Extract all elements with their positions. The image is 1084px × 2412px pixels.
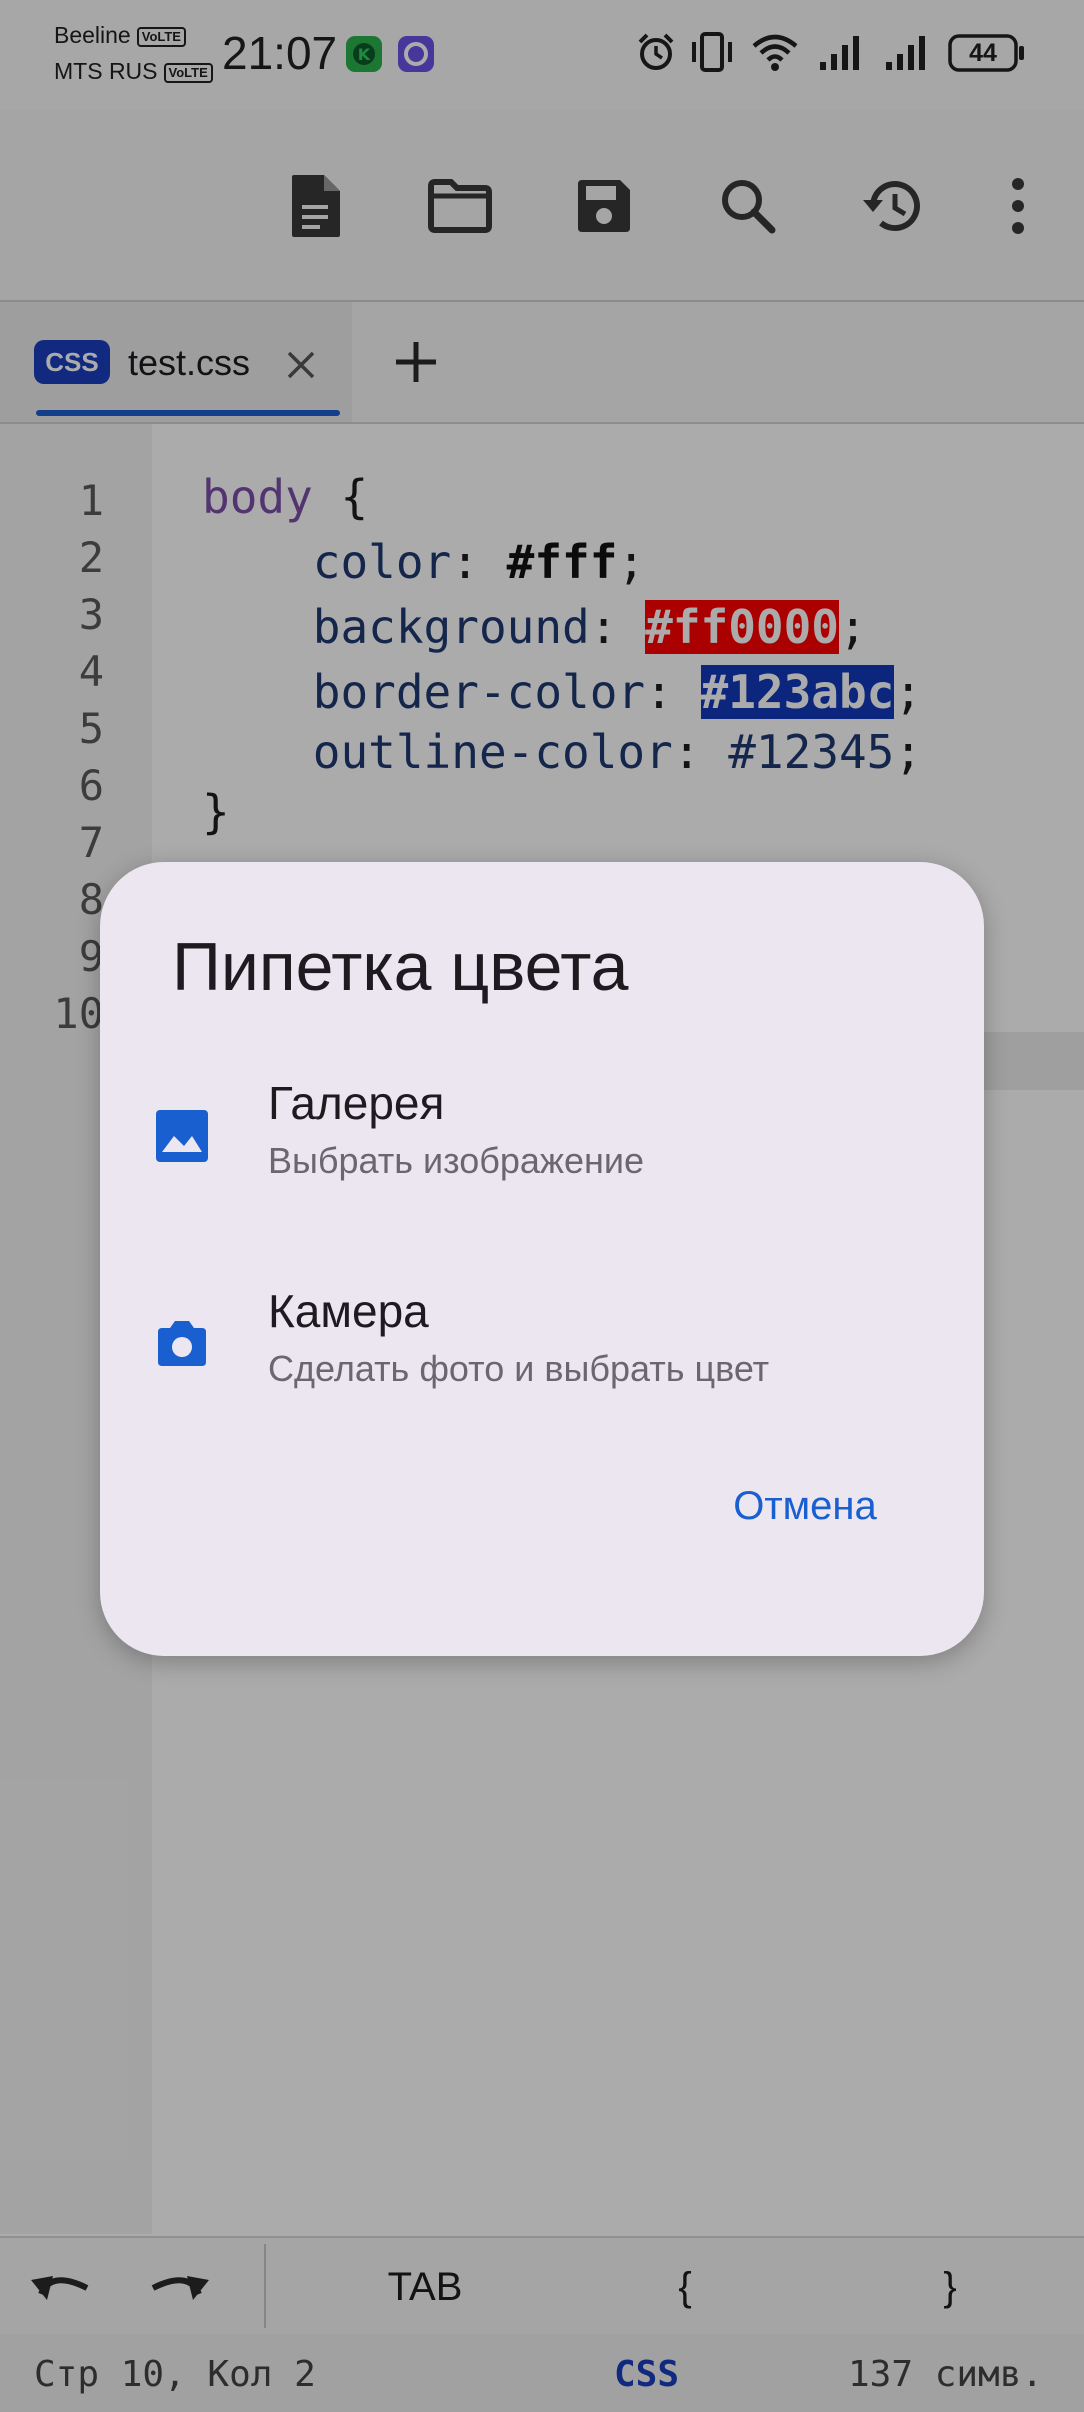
- color-picker-dialog: Пипетка цвета Галерея Выбрать изображени…: [100, 862, 984, 1656]
- cancel-button[interactable]: Отмена: [690, 1466, 920, 1546]
- camera-option-subtitle: Сделать фото и выбрать цвет: [268, 1348, 770, 1389]
- camera-option[interactable]: Камера Сделать фото и выбрать цвет: [100, 1250, 984, 1450]
- gallery-option-subtitle: Выбрать изображение: [268, 1140, 645, 1181]
- camera-icon: [152, 1314, 212, 1374]
- gallery-option-title: Галерея: [268, 1077, 445, 1129]
- dialog-title: Пипетка цвета: [172, 929, 629, 1005]
- gallery-option[interactable]: Галерея Выбрать изображение: [100, 1042, 984, 1242]
- image-icon: [152, 1106, 212, 1166]
- camera-option-title: Камера: [268, 1285, 429, 1337]
